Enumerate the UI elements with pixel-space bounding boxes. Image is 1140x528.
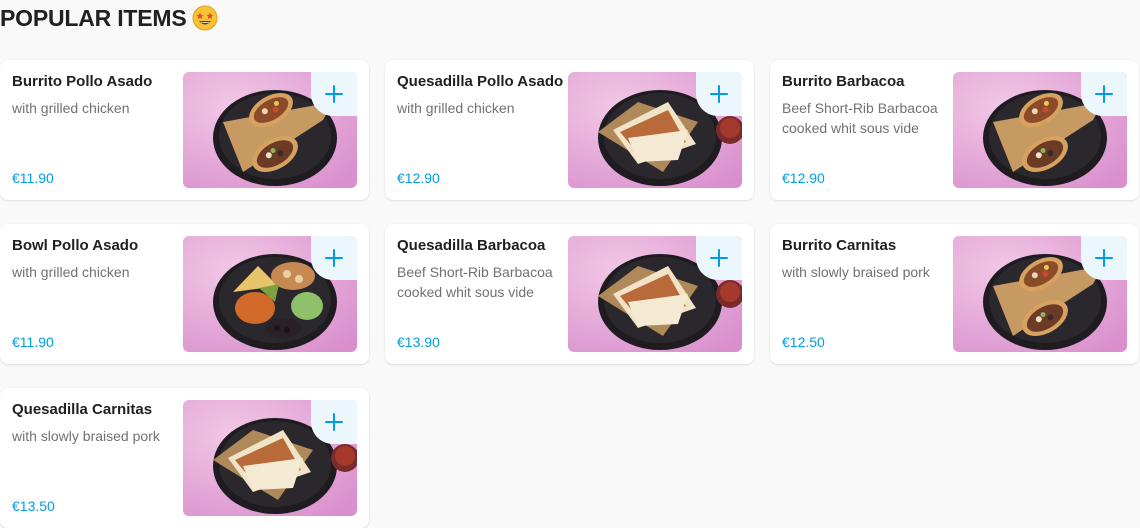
menu-item-price: €13.50 bbox=[12, 498, 55, 514]
add-to-order-button[interactable] bbox=[1081, 72, 1127, 116]
menu-item-text: Quesadilla Pollo Asado with grilled chic… bbox=[397, 72, 564, 188]
menu-item-name: Burrito Barbacoa bbox=[782, 73, 905, 90]
menu-item-text: Bowl Pollo Asado with grilled chicken €1… bbox=[12, 236, 172, 352]
menu-item-name: Burrito Pollo Asado bbox=[12, 73, 153, 90]
menu-item-name: Quesadilla Carnitas bbox=[12, 401, 153, 418]
menu-item-card-3[interactable]: Bowl Pollo Asado with grilled chicken €1… bbox=[0, 224, 369, 364]
section-title: POPULAR ITEMS bbox=[0, 4, 187, 31]
menu-item-text: Quesadilla Barbacoa Beef Short-Rib Barba… bbox=[397, 236, 557, 352]
menu-item-card-4[interactable]: Quesadilla Barbacoa Beef Short-Rib Barba… bbox=[385, 224, 754, 364]
plus-icon bbox=[1095, 85, 1113, 103]
menu-item-description: Beef Short-Rib Barbacoa cooked whit sous… bbox=[397, 264, 553, 300]
menu-item-price: €12.90 bbox=[397, 170, 440, 186]
menu-item-text: Quesadilla Carnitas with slowly braised … bbox=[12, 400, 172, 516]
menu-item-name: Bowl Pollo Asado bbox=[12, 237, 139, 254]
menu-item-name: Burrito Carnitas bbox=[782, 237, 897, 254]
menu-item-price: €11.90 bbox=[12, 170, 54, 186]
menu-item-card-5[interactable]: Burrito Carnitas with slowly braised por… bbox=[770, 224, 1139, 364]
menu-item-text: Burrito Barbacoa Beef Short-Rib Barbacoa… bbox=[782, 72, 942, 188]
popular-items-grid: Burrito Pollo Asado with grilled chicken… bbox=[0, 60, 1139, 528]
menu-item-description: with slowly braised pork bbox=[12, 428, 160, 444]
add-to-order-button[interactable] bbox=[311, 72, 357, 116]
add-to-order-button[interactable] bbox=[1081, 236, 1127, 280]
add-to-order-button[interactable] bbox=[696, 236, 742, 280]
add-to-order-button[interactable] bbox=[311, 400, 357, 444]
menu-item-card-6[interactable]: Quesadilla Carnitas with slowly braised … bbox=[0, 388, 369, 528]
add-to-order-button[interactable] bbox=[696, 72, 742, 116]
star-struck-emoji-icon bbox=[192, 5, 218, 31]
menu-item-text: Burrito Pollo Asado with grilled chicken… bbox=[12, 72, 172, 188]
menu-item-text: Burrito Carnitas with slowly braised por… bbox=[782, 236, 942, 352]
menu-item-price: €11.90 bbox=[12, 334, 54, 350]
menu-item-price: €13.90 bbox=[397, 334, 440, 350]
menu-item-description: with grilled chicken bbox=[12, 264, 130, 280]
menu-item-description: with grilled chicken bbox=[12, 100, 130, 116]
menu-item-price: €12.50 bbox=[782, 334, 825, 350]
menu-item-card-2[interactable]: Burrito Barbacoa Beef Short-Rib Barbacoa… bbox=[770, 60, 1139, 200]
plus-icon bbox=[325, 85, 343, 103]
plus-icon bbox=[325, 413, 343, 431]
section-header: POPULAR ITEMS bbox=[0, 2, 218, 34]
add-to-order-button[interactable] bbox=[311, 236, 357, 280]
plus-icon bbox=[710, 249, 728, 267]
menu-item-description: Beef Short-Rib Barbacoa cooked whit sous… bbox=[782, 100, 938, 136]
plus-icon bbox=[1095, 249, 1113, 267]
plus-icon bbox=[325, 249, 343, 267]
menu-item-card-0[interactable]: Burrito Pollo Asado with grilled chicken… bbox=[0, 60, 369, 200]
menu-item-name: Quesadilla Barbacoa bbox=[397, 237, 546, 254]
menu-item-card-1[interactable]: Quesadilla Pollo Asado with grilled chic… bbox=[385, 60, 754, 200]
menu-item-price: €12.90 bbox=[782, 170, 825, 186]
menu-item-description: with slowly braised pork bbox=[782, 264, 930, 280]
menu-item-name: Quesadilla Pollo Asado bbox=[397, 73, 564, 90]
plus-icon bbox=[710, 85, 728, 103]
menu-item-description: with grilled chicken bbox=[397, 100, 515, 116]
